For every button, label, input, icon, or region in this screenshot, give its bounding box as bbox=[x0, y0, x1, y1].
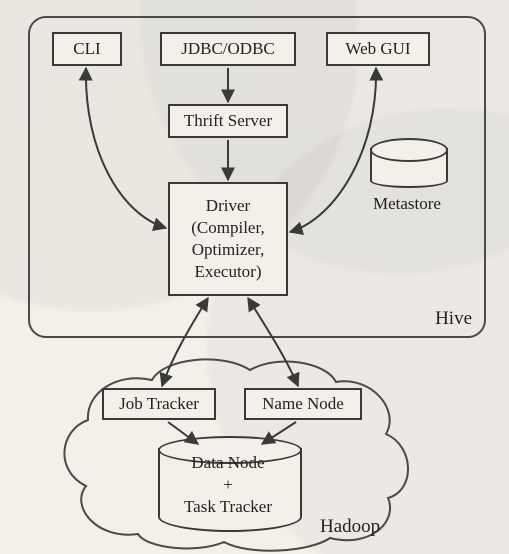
driver-l2: (Compiler, bbox=[191, 217, 264, 239]
jdbc-box: JDBC/ODBC bbox=[160, 32, 296, 66]
name-node-label: Name Node bbox=[262, 393, 344, 415]
driver-l4: Executor) bbox=[191, 261, 264, 283]
job-tracker-label: Job Tracker bbox=[119, 393, 199, 415]
metastore-label: Metastore bbox=[352, 194, 462, 214]
datanode-l2: + bbox=[223, 475, 233, 494]
thrift-server-box: Thrift Server bbox=[168, 104, 288, 138]
datanode-text: Data Node + Task Tracker bbox=[158, 452, 298, 518]
jdbc-label: JDBC/ODBC bbox=[181, 38, 275, 60]
webgui-box: Web GUI bbox=[326, 32, 430, 66]
datanode-l1: Data Node bbox=[191, 453, 264, 472]
driver-box: Driver (Compiler, Optimizer, Executor) bbox=[168, 182, 288, 296]
webgui-label: Web GUI bbox=[345, 38, 410, 60]
thrift-label: Thrift Server bbox=[184, 110, 272, 132]
cli-label: CLI bbox=[73, 38, 100, 60]
datanode-l3: Task Tracker bbox=[184, 497, 272, 516]
name-node-box: Name Node bbox=[244, 388, 362, 420]
driver-l3: Optimizer, bbox=[191, 239, 264, 261]
hadoop-label: Hadoop bbox=[320, 516, 380, 538]
metastore-cylinder bbox=[370, 148, 448, 188]
hive-label: Hive bbox=[435, 308, 472, 330]
job-tracker-box: Job Tracker bbox=[102, 388, 216, 420]
driver-l1: Driver bbox=[191, 195, 264, 217]
cli-box: CLI bbox=[52, 32, 122, 66]
